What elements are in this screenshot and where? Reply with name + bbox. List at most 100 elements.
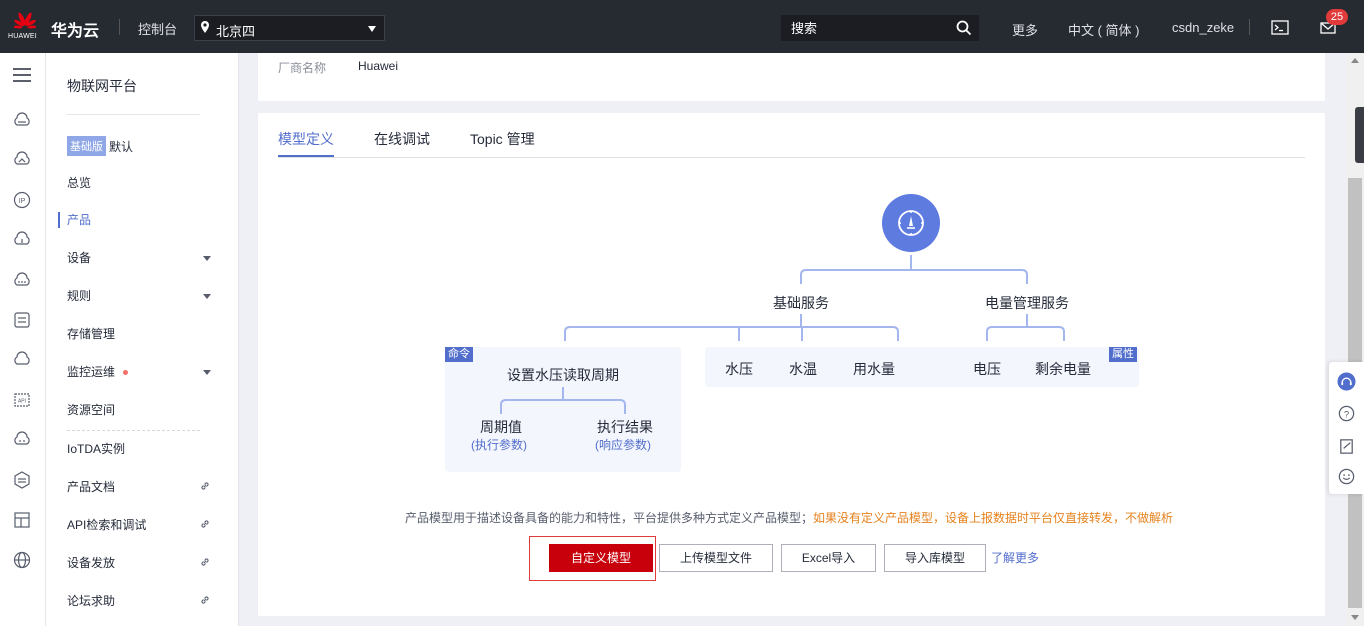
api-icon[interactable]: API (12, 390, 32, 410)
global-search (781, 15, 979, 41)
service-basic: 基础服务 (773, 295, 829, 311)
topbar-divider (119, 19, 120, 35)
search-input[interactable] (781, 15, 951, 41)
edition-name: 默认 (109, 139, 134, 154)
property-water-temp: 水温 (789, 361, 817, 377)
model-hint: 产品模型用于描述设备具备的能力和特性，平台提供多种方式定义产品模型；如果没有定义… (405, 509, 1173, 526)
excel-import-button[interactable]: Excel导入 (781, 544, 876, 572)
property-voltage: 电压 (973, 361, 1001, 377)
ip-icon[interactable]: IP (12, 190, 32, 210)
region-selector[interactable]: 北京四 (194, 15, 385, 41)
feedback-edit-icon[interactable] (1337, 437, 1356, 456)
scroll-up-arrow[interactable] (1351, 58, 1359, 63)
logo-text: HUAWEI (8, 33, 37, 40)
sidebar-item-label: 监控运维 (67, 365, 116, 379)
sidebar-item-api-explorer[interactable]: API检索和调试 (67, 515, 227, 535)
property-tag: 属性 (1109, 347, 1137, 362)
property-battery: 剩余电量 (1035, 361, 1091, 377)
sidebar-item-forum[interactable]: 论坛求助 (67, 591, 227, 611)
sidebar-item-rules[interactable]: 规则 (67, 286, 227, 306)
mail-count-badge: 25 (1326, 9, 1348, 25)
param-period-sub: (执行参数) (471, 438, 527, 452)
globe-icon[interactable] (12, 550, 32, 570)
region-name: 北京四 (216, 24, 256, 39)
service-icon-rail: IP API (0, 53, 46, 626)
user-menu[interactable]: csdn_zeke (1172, 20, 1234, 35)
sidebar-item-device-provisioning[interactable]: 设备发放 (67, 553, 227, 573)
huawei-logo[interactable]: HUAWEI (8, 10, 40, 44)
sidebar-item-monitor[interactable]: 监控运维 (67, 362, 227, 382)
language-switch[interactable]: 中文 ( 简体 ) (1068, 20, 1140, 39)
smile-feedback-icon[interactable] (1337, 467, 1356, 486)
param-result: 执行结果 (597, 419, 653, 435)
chevron-down-icon (203, 294, 211, 299)
sidebar-item-label: API检索和调试 (67, 518, 147, 532)
compass-icon (898, 210, 924, 236)
edition-badge: 基础版 (67, 136, 106, 156)
import-library-model-button[interactable]: 导入库模型 (884, 544, 986, 572)
sidebar-item-product[interactable]: 产品 (67, 210, 227, 230)
cloud-dots-icon[interactable] (12, 430, 32, 450)
sidebar-item-device[interactable]: 设备 (67, 248, 227, 268)
model-definition-card: 模型定义 在线调试 Topic 管理 基础服务 电量管理服务 命令 属性 设置水… (258, 113, 1325, 616)
vendor-label: 厂商名称 (278, 61, 327, 75)
chevron-down-icon (368, 26, 376, 32)
learn-more-link[interactable]: 了解更多 (991, 549, 1039, 566)
sidebar-item-resource-space[interactable]: 资源空间 (67, 400, 227, 420)
iot-platform-sidebar: 物联网平台 基础版 默认 总览 产品 设备 规则 存储管理 监控运维 资源空间 I… (46, 53, 239, 626)
product-info-card: 厂商名称 Huawei (258, 53, 1325, 101)
top-navbar: HUAWEI 华为云 控制台 北京四 更多 中文 ( 简体 ) csdn_zek… (0, 0, 1364, 53)
scroll-down-arrow[interactable] (1351, 615, 1359, 620)
help-question-icon[interactable]: ? (1337, 404, 1356, 423)
cloud-network-icon[interactable] (12, 150, 32, 170)
cloud-upload-icon[interactable] (12, 230, 32, 250)
huawei-flower-icon (14, 12, 36, 29)
external-link-icon (201, 596, 209, 604)
brand-name[interactable]: 华为云 (51, 17, 99, 41)
search-icon[interactable] (956, 20, 972, 36)
chevron-down-icon (203, 370, 211, 375)
hint-warning: 如果没有定义产品模型，设备上报数据时平台仅直接转发，不做解析 (813, 511, 1174, 525)
layout-icon[interactable] (12, 510, 32, 530)
side-panel-handle[interactable] (1355, 107, 1364, 163)
param-period: 周期值 (480, 419, 522, 435)
custom-model-button[interactable]: 自定义模型 (549, 544, 653, 572)
sidebar-item-label: 论坛求助 (67, 594, 116, 608)
sidebar-item-label: 设备 (67, 251, 92, 265)
sidebar-divider (67, 114, 200, 115)
external-link-icon (201, 482, 209, 490)
product-root-node (882, 194, 940, 252)
sidebar-item-iotda-instance[interactable]: IoTDA实例 (67, 439, 227, 459)
cloud-more-icon[interactable] (12, 271, 32, 291)
external-link-icon (201, 520, 209, 528)
document-list-icon[interactable] (12, 310, 32, 330)
sidebar-item-overview[interactable]: 总览 (67, 173, 227, 193)
location-pin-icon (201, 21, 209, 33)
param-result-sub: (响应参数) (595, 438, 651, 452)
command-tag: 命令 (445, 347, 473, 362)
database-icon[interactable] (12, 470, 32, 490)
cloud-icon[interactable] (12, 350, 32, 370)
svg-text:IP: IP (19, 198, 26, 205)
upload-model-button[interactable]: 上传模型文件 (659, 544, 773, 572)
sidebar-item-label: 产品文档 (67, 480, 116, 494)
cloud-server-icon[interactable] (12, 111, 32, 131)
topbar-divider (1249, 19, 1250, 35)
svg-text:?: ? (1344, 409, 1349, 420)
hamburger-menu-icon[interactable] (12, 67, 32, 83)
service-power: 电量管理服务 (985, 295, 1069, 311)
instance-edition[interactable]: 基础版 默认 (67, 136, 133, 156)
console-link[interactable]: 控制台 (138, 19, 177, 38)
customer-service-icon[interactable] (1337, 372, 1356, 391)
vendor-value: Huawei (358, 59, 399, 73)
sidebar-item-storage[interactable]: 存储管理 (67, 324, 227, 344)
sidebar-dashed-divider (67, 430, 200, 431)
terminal-icon[interactable] (1271, 20, 1289, 35)
hint-text: 产品模型用于描述设备具备的能力和特性，平台提供多种方式定义产品模型； (405, 511, 814, 525)
product-model-diagram: 基础服务 电量管理服务 命令 属性 设置水压读取周期 周期值 (执行参数) 执行… (258, 113, 1325, 616)
command-name: 设置水压读取周期 (507, 367, 619, 383)
active-indicator (58, 212, 60, 228)
more-menu[interactable]: 更多 (1012, 20, 1038, 39)
chevron-down-icon (203, 256, 211, 261)
sidebar-item-docs[interactable]: 产品文档 (67, 477, 227, 497)
